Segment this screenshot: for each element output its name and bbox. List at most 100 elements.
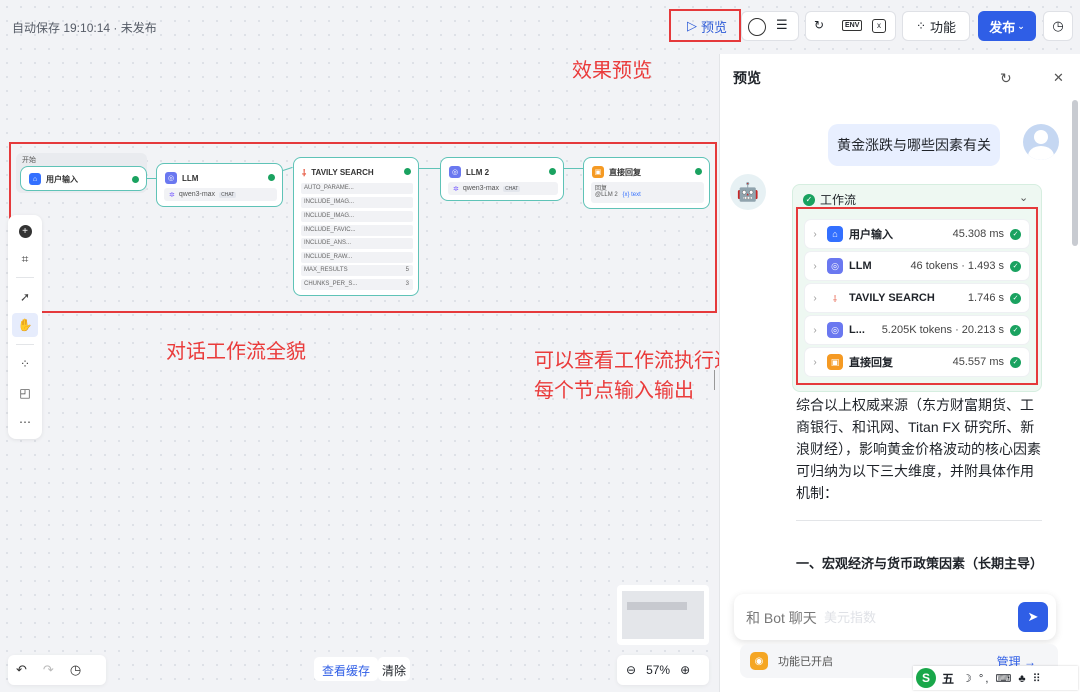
toolbar-divider	[16, 277, 34, 278]
llm2-model-box: ✲ qwen3-max CHAT	[448, 182, 558, 195]
undo-icon[interactable]: ↶	[16, 662, 27, 678]
refresh-icon[interactable]: ↻	[1000, 70, 1012, 87]
close-icon[interactable]: ✕	[1053, 70, 1064, 86]
bot-answer: 综合以上权威来源（东方财富期货、工商银行、和讯网、Titan FX 研究所、新浪…	[796, 394, 1044, 572]
function-label: 功能	[930, 19, 957, 35]
zoom-level: 57%	[646, 663, 671, 677]
minimap-nodes	[627, 602, 687, 610]
view-cache-link[interactable]: 查看缓存	[314, 657, 379, 681]
publish-button[interactable]: 发布 ⌄	[978, 11, 1036, 41]
ime-logo-icon: S	[916, 668, 936, 688]
tavily-param: INCLUDE_FAVIC...	[301, 225, 413, 236]
add-note-icon[interactable]: ⌗	[8, 247, 42, 271]
reply-content-box: 回复 @LLM 2 {x} text	[591, 182, 704, 203]
chat-input-box[interactable]: 和 Bot 聊天 美元指数 ➤	[734, 594, 1056, 640]
ime-toolbar[interactable]: S 五 ☽ °, ⌨ ♣ ⠿	[913, 666, 1078, 690]
status-ok-icon	[132, 176, 139, 183]
publish-label: 发布	[989, 19, 1016, 35]
node-reply-title: 直接回复	[609, 167, 641, 177]
model-icon: ✲	[453, 185, 459, 193]
feature-status-text: 功能已开启	[778, 656, 833, 668]
chat-input-placeholder[interactable]: 和 Bot 聊天	[746, 608, 817, 628]
ime-icons: ☽ °, ⌨ ♣ ⠿	[962, 672, 1043, 685]
autosave-status: 自动保存 19:10:14 · 未发布	[12, 21, 157, 35]
node-llm[interactable]: ◎ LLM ✲ qwen3-max CHAT	[156, 163, 283, 207]
zoom-bar: ⊖ 57% ⊕	[617, 655, 709, 685]
steps-highlight-box	[796, 207, 1038, 385]
status-ok-icon	[268, 174, 275, 181]
tavily-param: CHUNKS_PER_S... 3	[301, 279, 413, 290]
layout-icon[interactable]: ⁘	[8, 352, 42, 376]
grid-icon: ⁘	[915, 19, 927, 33]
toolbar-divider	[16, 344, 34, 345]
node-user-input-title: 用户输入	[46, 174, 78, 184]
llm-icon: ◎	[165, 172, 177, 184]
toolbar-group-1: ☰	[741, 11, 799, 41]
preview-panel-title: 预览	[733, 70, 761, 86]
send-icon: ➤	[1027, 609, 1039, 624]
answer-heading: 一、宏观经济与货币政策因素（长期主导）	[796, 556, 1044, 571]
chevron-down-icon[interactable]: ⌄	[1019, 191, 1028, 204]
node-direct-reply[interactable]: ▣ 直接回复 回复 @LLM 2 {x} text	[583, 157, 710, 209]
minimap[interactable]	[617, 585, 709, 645]
llm-icon: ◎	[449, 166, 461, 178]
node-llm-title: LLM	[182, 173, 199, 183]
edge-3	[419, 168, 440, 169]
toolbar-group-2: ↻ ENV x	[805, 11, 896, 41]
node-tavily-search[interactable]: ⸸ TAVILY SEARCH AUTO_PARAME... INCLUDE_I…	[293, 157, 419, 296]
code-var-icon[interactable]: x	[872, 19, 886, 33]
variable-icon[interactable]: ↻	[814, 18, 824, 32]
zoom-in-icon[interactable]: ⊕	[680, 663, 690, 677]
bot-avatar: 🤖	[730, 174, 766, 210]
llm-model-box: ✲ qwen3-max CHAT	[164, 188, 277, 201]
edge-4	[564, 168, 583, 169]
function-button[interactable]: ⁘ 功能	[902, 11, 970, 41]
node-user-input-head: ⌂ 用户输入	[29, 173, 78, 185]
avatar-body	[1028, 146, 1054, 160]
avatar-head	[1034, 130, 1048, 144]
llm-model-name: qwen3-max	[178, 191, 216, 198]
annotation-preview-effect: 效果预览	[572, 58, 652, 82]
text-cursor-line	[714, 370, 715, 390]
send-button[interactable]: ➤	[1018, 602, 1048, 632]
tavily-param: INCLUDE_IMAG...	[301, 211, 413, 222]
home-icon: ⌂	[29, 173, 41, 185]
undo-redo-bar: ↶ ↷ ◷	[8, 655, 106, 685]
answer-divider	[796, 520, 1042, 521]
checklist-icon[interactable]: ☰	[776, 17, 788, 33]
history-run-icon[interactable]	[748, 18, 766, 36]
status-ok-icon	[695, 168, 702, 175]
annotation-process-line2: 每个节点输入输出	[534, 378, 694, 402]
check-circle-icon: ✓	[803, 193, 815, 206]
canvas-toolbar: + ⌗ ➚ ✋ ⁘ ◰ ⋯	[8, 215, 42, 439]
workflow-header[interactable]: ✓ 工作流	[803, 191, 856, 208]
tavily-icon: ⸸	[302, 168, 307, 178]
node-llm2-head: ◎ LLM 2	[449, 166, 489, 178]
hand-icon[interactable]: ✋	[12, 313, 38, 337]
env-icon[interactable]: ENV	[842, 20, 863, 31]
node-llm-2[interactable]: ◎ LLM 2 ✲ qwen3-max CHAT	[440, 157, 564, 201]
ime-mode-label: 五	[942, 671, 955, 686]
start-label: 开始	[22, 157, 36, 164]
tavily-param: INCLUDE_ANS...	[301, 238, 413, 249]
status-ok-icon	[549, 168, 556, 175]
zoom-out-icon[interactable]: ⊖	[626, 663, 636, 677]
redo-icon[interactable]: ↷	[43, 662, 54, 678]
add-node-icon[interactable]: +	[8, 219, 42, 243]
tavily-param: AUTO_PARAME...	[301, 183, 413, 194]
status-ok-icon	[404, 168, 411, 175]
tavily-param: INCLUDE_RAW...	[301, 252, 413, 263]
node-tavily-title: TAVILY SEARCH	[311, 168, 374, 177]
minimap-icon[interactable]: ◰	[8, 381, 42, 405]
pointer-icon[interactable]: ➚	[8, 285, 42, 309]
chevron-down-icon: ⌄	[1017, 20, 1025, 31]
history-icon[interactable]: ◷	[70, 662, 81, 678]
reply-sub-label: 回复	[595, 186, 608, 192]
clear-button[interactable]: 清除	[378, 657, 411, 681]
panel-scrollbar[interactable]	[1072, 100, 1078, 246]
user-message-bubble: 黄金涨跌与哪些因素有关	[828, 124, 1000, 166]
more-icon[interactable]: ⋯	[8, 410, 42, 434]
history-button[interactable]: ◷	[1043, 11, 1073, 41]
node-user-input[interactable]: ⌂ 用户输入	[20, 166, 147, 191]
minimap-viewport	[622, 591, 704, 639]
